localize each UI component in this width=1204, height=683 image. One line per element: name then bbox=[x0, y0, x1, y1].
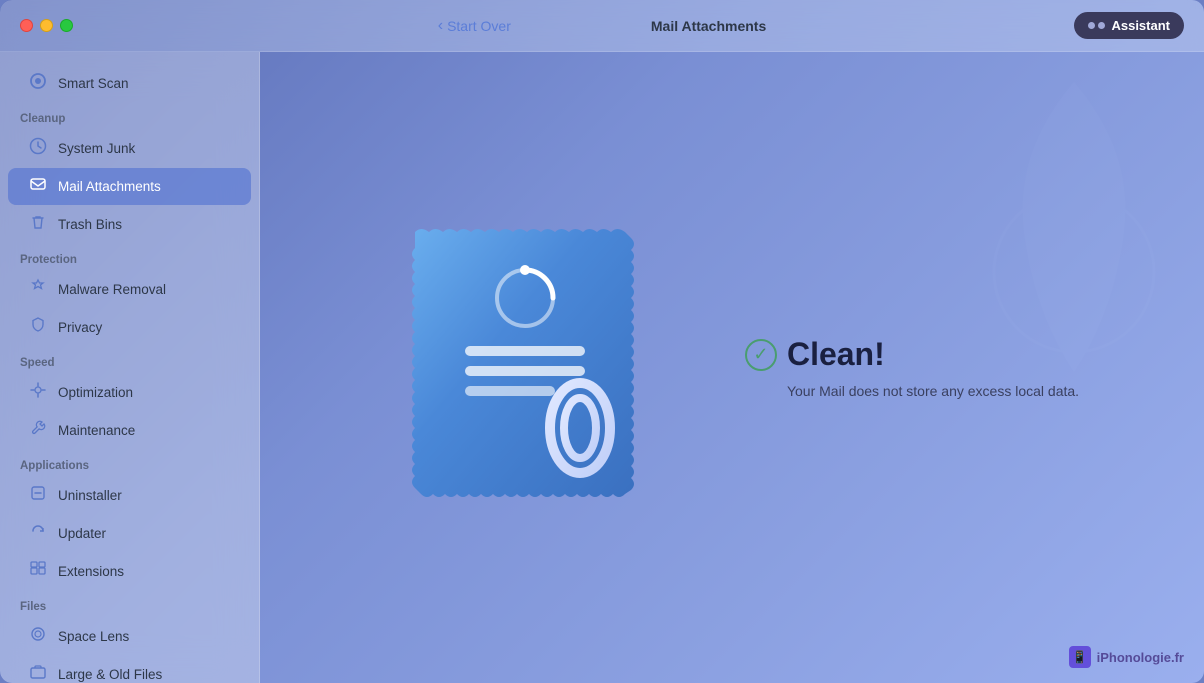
traffic-lights bbox=[20, 19, 73, 32]
brand-watermark: 📱 iPhonologie.fr bbox=[1069, 646, 1184, 668]
sidebar-item-extensions[interactable]: Extensions bbox=[8, 553, 251, 590]
section-label-applications: Applications bbox=[0, 450, 259, 476]
privacy-icon bbox=[28, 316, 48, 339]
mail-attachments-icon bbox=[28, 175, 48, 198]
maintenance-icon bbox=[28, 419, 48, 442]
section-label-speed: Speed bbox=[0, 347, 259, 373]
sidebar-item-label: System Junk bbox=[58, 141, 135, 156]
smart-scan-icon bbox=[28, 72, 48, 95]
optimization-icon bbox=[28, 381, 48, 404]
sidebar-item-label: Privacy bbox=[58, 320, 102, 335]
content-area: ✓ Clean! Your Mail does not store any ex… bbox=[260, 52, 1204, 683]
updater-icon bbox=[28, 522, 48, 545]
sidebar: Smart Scan Cleanup System Junk bbox=[0, 52, 260, 683]
clean-check-icon: ✓ bbox=[745, 339, 777, 371]
sidebar-item-optimization[interactable]: Optimization bbox=[8, 374, 251, 411]
large-old-files-icon bbox=[28, 663, 48, 683]
content-center: ✓ Clean! Your Mail does not store any ex… bbox=[385, 218, 1079, 518]
clean-title-text: Clean! bbox=[787, 336, 885, 373]
extensions-icon bbox=[28, 560, 48, 583]
system-junk-icon bbox=[28, 137, 48, 160]
sidebar-item-trash-bins[interactable]: Trash Bins bbox=[8, 206, 251, 243]
sidebar-item-label: Space Lens bbox=[58, 629, 129, 644]
sidebar-item-malware-removal[interactable]: Malware Removal bbox=[8, 271, 251, 308]
sidebar-item-label: Optimization bbox=[58, 385, 133, 400]
title-bar: ‹ Start Over Mail Attachments Assistant bbox=[0, 0, 1204, 52]
sidebar-item-label: Malware Removal bbox=[58, 282, 166, 297]
sidebar-item-label: Uninstaller bbox=[58, 488, 122, 503]
sidebar-item-smart-scan[interactable]: Smart Scan bbox=[8, 65, 251, 102]
sidebar-item-mail-attachments[interactable]: Mail Attachments bbox=[8, 168, 251, 205]
assistant-label: Assistant bbox=[1111, 18, 1170, 33]
sidebar-item-label: Updater bbox=[58, 526, 106, 541]
sidebar-item-label: Mail Attachments bbox=[58, 179, 161, 194]
sidebar-item-maintenance[interactable]: Maintenance bbox=[8, 412, 251, 449]
space-lens-icon bbox=[28, 625, 48, 648]
back-chevron-icon: ‹ bbox=[438, 17, 443, 35]
minimize-button[interactable] bbox=[40, 19, 53, 32]
sidebar-item-uninstaller[interactable]: Uninstaller bbox=[8, 477, 251, 514]
sidebar-item-large-old-files[interactable]: Large & Old Files bbox=[8, 656, 251, 683]
sidebar-item-label: Maintenance bbox=[58, 423, 135, 438]
app-window: ‹ Start Over Mail Attachments Assistant bbox=[0, 0, 1204, 683]
sidebar-item-label: Large & Old Files bbox=[58, 667, 162, 682]
sidebar-item-privacy[interactable]: Privacy bbox=[8, 309, 251, 346]
clean-subtitle-text: Your Mail does not store any excess loca… bbox=[787, 383, 1079, 399]
sidebar-item-system-junk[interactable]: System Junk bbox=[8, 130, 251, 167]
back-label: Start Over bbox=[447, 18, 511, 34]
page-title: Mail Attachments bbox=[651, 18, 766, 34]
sidebar-item-label: Trash Bins bbox=[58, 217, 122, 232]
maximize-button[interactable] bbox=[60, 19, 73, 32]
malware-removal-icon bbox=[28, 278, 48, 301]
section-label-cleanup: Cleanup bbox=[0, 103, 259, 129]
uninstaller-icon bbox=[28, 484, 48, 507]
sidebar-item-space-lens[interactable]: Space Lens bbox=[8, 618, 251, 655]
clean-title-row: ✓ Clean! bbox=[745, 336, 1079, 373]
sidebar-item-label: Smart Scan bbox=[58, 76, 129, 91]
titlebar-center: ‹ Start Over Mail Attachments bbox=[438, 17, 767, 35]
clean-status-area: ✓ Clean! Your Mail does not store any ex… bbox=[745, 336, 1079, 399]
back-button[interactable]: ‹ Start Over bbox=[438, 17, 511, 35]
brand-icon: 📱 bbox=[1069, 646, 1091, 668]
assistant-button[interactable]: Assistant bbox=[1074, 12, 1184, 39]
section-label-protection: Protection bbox=[0, 244, 259, 270]
sidebar-item-updater[interactable]: Updater bbox=[8, 515, 251, 552]
trash-bins-icon bbox=[28, 213, 48, 236]
main-content: Smart Scan Cleanup System Junk bbox=[0, 52, 1204, 683]
assistant-dots-icon bbox=[1088, 22, 1105, 29]
section-label-files: Files bbox=[0, 591, 259, 617]
close-button[interactable] bbox=[20, 19, 33, 32]
brand-name: iPhonologie.fr bbox=[1097, 650, 1184, 665]
stamp-illustration bbox=[385, 218, 665, 518]
sidebar-item-label: Extensions bbox=[58, 564, 124, 579]
